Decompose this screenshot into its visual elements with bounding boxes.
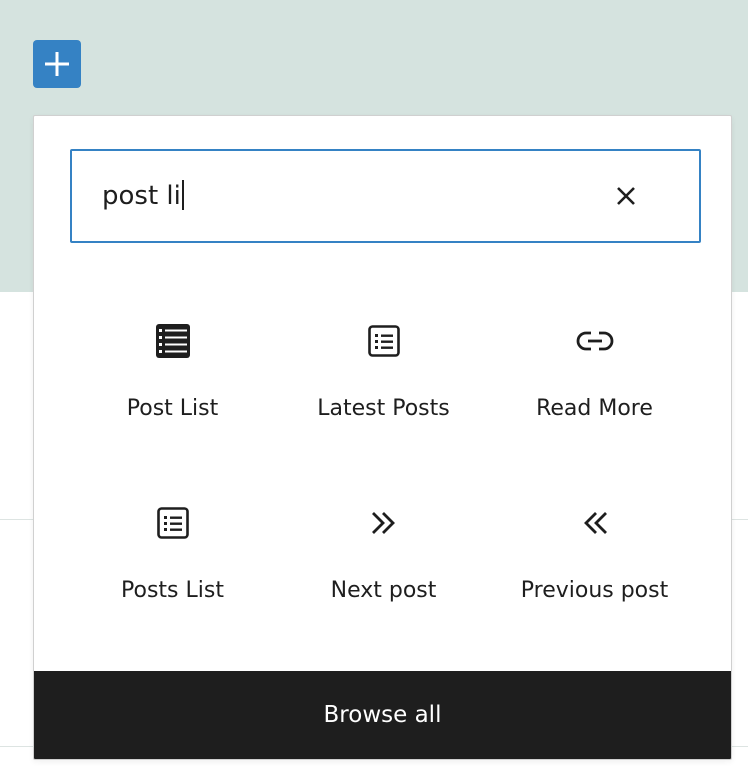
chevron-double-right-icon — [371, 512, 395, 534]
link-icon — [576, 331, 613, 351]
block-item-posts-list[interactable]: Posts List — [67, 488, 278, 638]
block-inserter-popover: post li Post List Latest Posts Read More… — [33, 115, 732, 760]
block-item-read-more[interactable]: Read More — [489, 306, 700, 456]
block-item-label: Read More — [536, 396, 653, 421]
plus-icon — [45, 52, 69, 76]
block-item-label: Next post — [330, 578, 437, 603]
list-view-icon — [155, 324, 190, 358]
text-caret — [181, 179, 184, 210]
block-item-label: Previous post — [520, 578, 669, 603]
search-input-value[interactable]: post li — [102, 151, 184, 241]
block-item-next-post[interactable]: Next post — [278, 488, 489, 638]
clear-search-button[interactable] — [608, 178, 644, 214]
post-list-icon — [367, 325, 400, 357]
post-list-icon — [156, 507, 189, 539]
block-item-label: Post List — [126, 396, 219, 421]
block-item-label: Latest Posts — [317, 396, 450, 421]
add-block-button[interactable] — [33, 40, 81, 88]
browse-all-button[interactable]: Browse all — [34, 671, 731, 759]
block-item-latest-posts[interactable]: Latest Posts — [278, 306, 489, 456]
block-search-input[interactable]: post li — [70, 149, 701, 243]
chevron-double-left-icon — [583, 512, 607, 534]
block-item-post-list[interactable]: Post List — [67, 306, 278, 456]
close-icon — [617, 187, 635, 205]
block-item-previous-post[interactable]: Previous post — [489, 488, 700, 638]
block-item-label: Posts List — [121, 578, 224, 603]
